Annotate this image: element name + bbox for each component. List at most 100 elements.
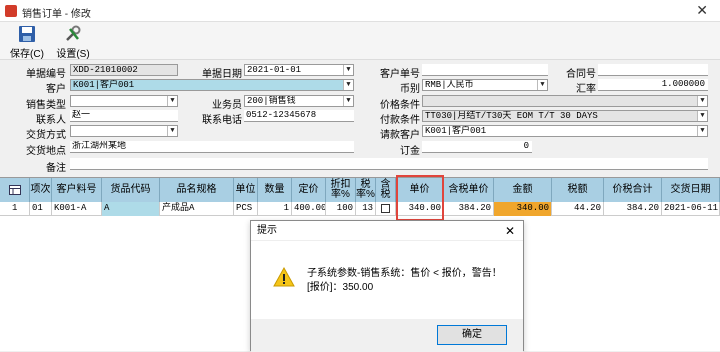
price-cond-field[interactable]: ▼ (422, 95, 708, 107)
customer-field[interactable]: K001|客户001 ▼ (70, 79, 354, 91)
col-cust-part[interactable]: 客户料号 (52, 178, 102, 202)
order-no-field[interactable]: XDD-21010002 (70, 64, 178, 76)
grid-corner[interactable] (0, 178, 30, 202)
order-no-label: 单据编号 (26, 69, 66, 80)
currency-field[interactable]: RMB|人民币 ▼ (422, 79, 548, 91)
delivery-method-field[interactable]: ▼ (70, 125, 178, 137)
cell-tax-unit-price[interactable]: 384.20 (444, 202, 494, 216)
remarks-label: 备注 (46, 163, 66, 174)
delivery-method-dropdown-icon[interactable]: ▼ (167, 126, 177, 136)
sales-type-field[interactable]: ▼ (70, 95, 178, 107)
customer-value: K001|客户001 (73, 80, 135, 90)
cell-unit[interactable]: PCS (234, 202, 258, 216)
col-tax-rate[interactable]: 税率% (356, 178, 376, 202)
currency-value: RMB|人民币 (425, 80, 474, 90)
rate-label: 汇率 (576, 84, 596, 95)
title-bar: 销售订单 - 修改 ✕ (0, 0, 720, 22)
col-list-price[interactable]: 定价 (292, 178, 326, 202)
grid-settings-icon (8, 185, 21, 195)
col-tax-amount[interactable]: 税额 (552, 178, 604, 202)
delivery-place-field[interactable]: 浙江湖州某地 (70, 141, 354, 153)
col-product-code[interactable]: 货品代码 (102, 178, 160, 202)
price-cond-dropdown-icon[interactable]: ▼ (697, 96, 707, 106)
dialog-message-line1: 子系统参数-销售系统：售价 < 报价，警告！ (307, 268, 502, 279)
col-total[interactable]: 价税合计 (604, 178, 662, 202)
salesman-dropdown-icon[interactable]: ▼ (343, 96, 353, 106)
sales-type-dropdown-icon[interactable]: ▼ (167, 96, 177, 106)
unit-price-highlight (396, 175, 444, 221)
tools-icon (66, 25, 81, 41)
customer-label: 客户 (46, 84, 66, 95)
customer-dropdown-icon[interactable]: ▼ (343, 80, 353, 90)
order-date-field[interactable]: 2021-01-01 ▼ (244, 64, 354, 76)
settings-button[interactable]: 设置(S) (54, 25, 92, 60)
contact-field[interactable]: 赵一 (70, 110, 178, 122)
col-delivery-date[interactable]: 交货日期 (662, 178, 720, 202)
salesman-field[interactable]: 200|销售钱 ▼ (244, 95, 354, 107)
deposit-field[interactable]: 0 (422, 141, 532, 153)
window-close-button[interactable]: ✕ (696, 2, 708, 19)
col-item[interactable]: 项次 (30, 178, 52, 202)
rate-field[interactable]: 1.000000 (598, 79, 708, 91)
payment-dropdown-icon[interactable]: ▼ (697, 111, 707, 121)
grid-header: 项次 客户料号 货品代码 品名规格 单位 数量 定价 折扣率% 税率% 含税 单… (0, 178, 720, 202)
cell-tax-amount[interactable]: 44.20 (552, 202, 604, 216)
window-title: 销售订单 - 修改 (22, 9, 91, 20)
currency-dropdown-icon[interactable]: ▼ (537, 80, 547, 90)
col-name-spec[interactable]: 品名规格 (160, 178, 234, 202)
date-dropdown-icon[interactable]: ▼ (343, 65, 353, 75)
salesman-value: 200|销售钱 (247, 96, 296, 106)
delivery-method-label: 交货方式 (26, 130, 66, 141)
contact-phone-field[interactable]: 0512-12345678 (244, 110, 354, 122)
cell-list-price[interactable]: 400.00 (292, 202, 326, 216)
tax-incl-checkbox[interactable] (381, 204, 390, 213)
cell-tax-incl[interactable] (376, 202, 396, 216)
cell-product-code[interactable]: A (102, 202, 160, 216)
dialog-close-button[interactable]: ✕ (505, 224, 515, 238)
warning-icon (273, 267, 295, 287)
contract-no-label: 合同号 (566, 69, 596, 80)
table-row[interactable]: 1 01 K001-A A 产成品A PCS 1 400.00 100 13 3… (0, 202, 720, 216)
customer-order-field[interactable] (422, 64, 548, 76)
save-button[interactable]: 保存(C) (8, 25, 46, 60)
dialog-footer: 确定 (251, 319, 523, 352)
col-tax-unit-price[interactable]: 含税单价 (444, 178, 494, 202)
col-tax-incl[interactable]: 含税 (376, 178, 396, 202)
cell-qty[interactable]: 1 (258, 202, 292, 216)
cell-amount[interactable]: 340.00 (494, 202, 552, 216)
cell-delivery-date[interactable]: 2021-06-11 (662, 202, 720, 216)
payment-label: 付款条件 (380, 115, 420, 126)
price-cond-label: 价格条件 (380, 100, 420, 111)
col-qty[interactable]: 数量 (258, 178, 292, 202)
payment-field[interactable]: TT030|月结T/T30天 EOM T/T 30 DAYS ▼ (422, 110, 708, 122)
cell-discount[interactable]: 100 (326, 202, 356, 216)
order-header-form: 单据编号 XDD-21010002 单据日期 2021-01-01 ▼ 客户单号 … (0, 60, 720, 177)
col-amount[interactable]: 金额 (494, 178, 552, 202)
col-discount[interactable]: 折扣率% (326, 178, 356, 202)
sales-type-label: 销售类型 (26, 100, 66, 111)
settings-button-label: 设置(S) (56, 49, 90, 60)
cell-total[interactable]: 384.20 (604, 202, 662, 216)
col-unit[interactable]: 单位 (234, 178, 258, 202)
dialog-message: 子系统参数-销售系统：售价 < 报价，警告！ [报价]：350.00 (307, 267, 502, 295)
contact-label: 联系人 (36, 115, 66, 126)
customer-order-label: 客户单号 (380, 69, 420, 80)
bill-customer-value: K001|客户001 (425, 126, 487, 136)
dialog-title: 提示 (251, 221, 523, 241)
cell-tax-rate[interactable]: 13 (356, 202, 376, 216)
order-date-value: 2021-01-01 (247, 65, 302, 75)
save-button-label: 保存(C) (10, 49, 44, 60)
contract-no-field[interactable] (598, 64, 708, 76)
cell-name-spec[interactable]: 产成品A (160, 202, 234, 216)
bill-customer-field[interactable]: K001|客户001 ▼ (422, 125, 708, 137)
cell-cust-part[interactable]: K001-A (52, 202, 102, 216)
cell-item[interactable]: 01 (30, 202, 52, 216)
warning-dialog: 提示 ✕ 子系统参数-销售系统：售价 < 报价，警告！ [报价]：350.00 … (250, 220, 524, 352)
row-number: 1 (0, 202, 30, 216)
payment-value: TT030|月结T/T30天 EOM T/T 30 DAYS (425, 111, 598, 121)
ok-button[interactable]: 确定 (437, 325, 507, 345)
salesman-label: 业务员 (212, 100, 242, 111)
bill-customer-dropdown-icon[interactable]: ▼ (697, 126, 707, 136)
toolbar: 保存(C) 设置(S) (0, 22, 720, 60)
remarks-field[interactable] (70, 158, 708, 170)
